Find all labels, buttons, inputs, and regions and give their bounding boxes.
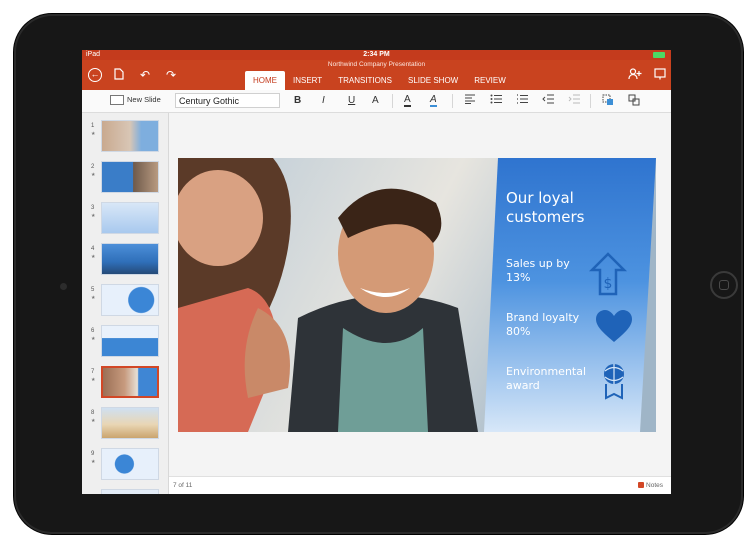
tab-review[interactable]: REVIEW	[466, 71, 514, 90]
text-effects-button[interactable]: A	[372, 94, 379, 108]
notes-icon	[638, 482, 645, 489]
thumbnail-number: 3	[91, 205, 95, 211]
bullets-icon[interactable]	[490, 94, 502, 109]
battery-icon	[653, 52, 665, 58]
slide-thumbnail-pane[interactable]: 1 ★ 2 ★ 3 ★ 4 ★ 5 ★ 6 ★ 7 ★ 8 ★ 9 ★	[82, 113, 169, 494]
file-icon[interactable]	[114, 68, 124, 83]
thumbnail-star-icon: ★	[91, 213, 96, 219]
thumbnail-star-icon: ★	[91, 336, 96, 342]
svg-text:$: $	[604, 276, 613, 292]
status-time: 2:34 PM	[363, 51, 390, 58]
arrange-icon[interactable]	[628, 94, 640, 111]
align-left-icon[interactable]	[464, 94, 476, 109]
thumbnail-number: 7	[91, 369, 95, 375]
thumbnail-star-icon: ★	[91, 254, 96, 260]
stat-label: Brand loyalty	[506, 311, 580, 324]
home-button[interactable]	[710, 271, 738, 299]
thumbnail-star-icon: ★	[91, 418, 96, 424]
toolbar-divider	[452, 94, 453, 108]
new-slide-button[interactable]: New Slide	[110, 95, 161, 106]
stat-value: 80%	[506, 325, 531, 338]
redo-icon[interactable]: ↷	[166, 68, 176, 82]
thumbnail-number: 4	[91, 246, 95, 252]
thumbnail-number: 8	[91, 410, 95, 416]
underline-button[interactable]: U	[348, 94, 355, 108]
thumbnail-number: 6	[91, 328, 95, 334]
highlight-button[interactable]: A	[430, 94, 437, 107]
numbering-icon[interactable]	[516, 94, 528, 109]
ribbon-tabs: HOME INSERT TRANSITIONS SLIDE SHOW REVIE…	[245, 71, 514, 90]
new-slide-label: New Slide	[127, 95, 161, 104]
thumbnail-star-icon: ★	[91, 131, 96, 137]
slide-thumbnail[interactable]	[101, 202, 159, 234]
tab-transitions[interactable]: TRANSITIONS	[330, 71, 400, 90]
slide-counter: 7 of 11	[173, 482, 193, 489]
present-icon[interactable]	[654, 68, 666, 83]
tab-home[interactable]: HOME	[245, 71, 285, 90]
slide-thumbnail[interactable]	[101, 489, 159, 494]
slide-thumbnail[interactable]	[101, 161, 159, 193]
notes-label: Notes	[646, 482, 663, 489]
status-footer: 7 of 11 Notes	[169, 476, 671, 494]
document-title: Northwind Company Presentation	[327, 61, 426, 68]
increase-indent-icon[interactable]	[568, 94, 580, 109]
slide-thumbnail[interactable]	[101, 243, 159, 275]
tab-insert[interactable]: INSERT	[285, 71, 330, 90]
front-camera	[60, 283, 67, 290]
slide-thumbnail[interactable]	[101, 407, 159, 439]
italic-button[interactable]: I	[322, 94, 325, 108]
notes-button[interactable]: Notes	[638, 482, 663, 489]
slide-thumbnail[interactable]	[101, 325, 159, 357]
stat-value: 13%	[506, 271, 531, 284]
font-color-button[interactable]: A	[404, 94, 411, 107]
slide-heading-line: customers	[506, 208, 585, 226]
status-bar: iPad 2:34 PM	[82, 50, 671, 60]
bold-button[interactable]: B	[294, 94, 301, 108]
current-slide[interactable]: $ Our loyal customers Sales up by 13% Br…	[178, 158, 656, 432]
thumbnail-number: 5	[91, 287, 95, 293]
ribbon: Northwind Company Presentation ← ↶ ↷ HOM…	[82, 60, 671, 90]
stat-label: Sales up by	[506, 257, 570, 270]
stat-brand-loyalty: Brand loyalty 80%	[506, 311, 579, 339]
home-toolbar: New Slide Century Gothic B I U A A A	[82, 90, 671, 113]
stat-sales: Sales up by 13%	[506, 257, 570, 285]
stat-label: Environmental	[506, 365, 587, 378]
font-name-box[interactable]: Century Gothic	[175, 93, 280, 108]
toolbar-divider	[590, 94, 591, 108]
thumbnail-star-icon: ★	[91, 295, 96, 301]
slide-heading: Our loyal customers	[506, 189, 584, 227]
thumbnail-number: 2	[91, 164, 95, 170]
thumbnail-number: 1	[91, 123, 95, 129]
stat-environmental: Environmental award	[506, 365, 586, 393]
slide-thumbnail[interactable]	[101, 284, 159, 316]
toolbar-divider	[392, 94, 393, 108]
decrease-indent-icon[interactable]	[542, 94, 554, 109]
tab-slide-show[interactable]: SLIDE SHOW	[400, 71, 466, 90]
share-person-icon[interactable]	[628, 68, 642, 83]
thumbnail-number: 9	[91, 451, 95, 457]
slide-thumbnail-selected[interactable]	[101, 366, 159, 398]
slide-thumbnail[interactable]	[101, 448, 159, 480]
thumbnail-star-icon: ★	[91, 459, 96, 465]
new-slide-icon	[110, 95, 124, 106]
app-screen: iPad 2:34 PM Northwind Company Presentat…	[82, 50, 671, 494]
slide-heading-line: Our loyal	[506, 189, 574, 207]
thumbnail-star-icon: ★	[91, 377, 96, 383]
thumbnail-star-icon: ★	[91, 172, 96, 178]
shape-select-icon[interactable]	[602, 94, 614, 111]
slide-thumbnail[interactable]	[101, 120, 159, 152]
back-arrow-icon[interactable]: ←	[88, 68, 102, 82]
stat-value: award	[506, 379, 540, 392]
undo-icon[interactable]: ↶	[140, 68, 150, 82]
